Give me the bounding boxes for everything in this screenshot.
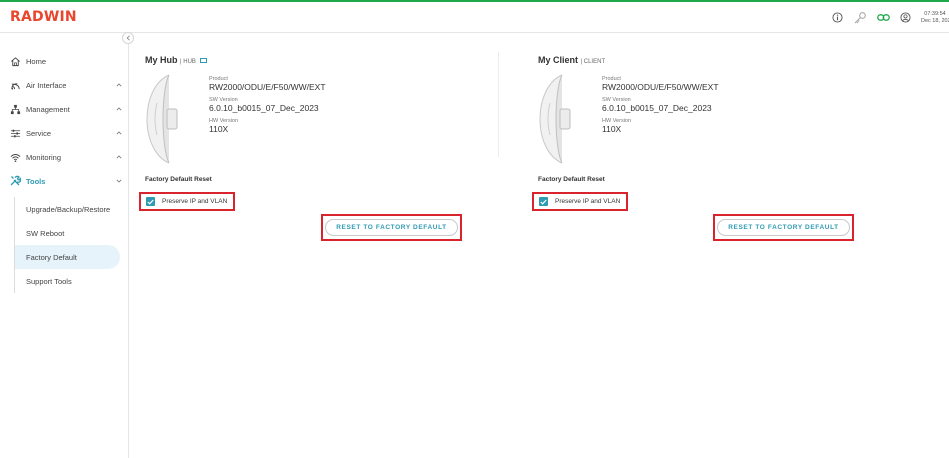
sidebar-collapse-button[interactable] — [122, 32, 134, 44]
factory-reset-title: Factory Default Reset — [145, 176, 212, 183]
info-icon[interactable] — [832, 12, 843, 23]
check-icon — [147, 199, 154, 205]
preserve-ip-vlan-label: Preserve IP and VLAN — [555, 198, 621, 205]
preserve-ip-vlan-option[interactable]: Preserve IP and VLAN — [532, 192, 629, 211]
sidebar: Home Air Interface Management Service Mo… — [0, 33, 129, 458]
client-panel: My Client | CLIENT Product RW2000/ODU/E/… — [532, 33, 898, 253]
antenna-dish-icon — [539, 74, 571, 164]
product-value: RW2000/ODU/E/F50/WW/EXT — [209, 82, 326, 92]
key-icon[interactable] — [853, 11, 867, 25]
sidebar-subitem-label: Factory Default — [26, 252, 77, 262]
hub-role-label: | HUB — [180, 59, 196, 65]
tools-icon — [9, 175, 21, 187]
chevron-down-icon — [115, 175, 123, 187]
hub-name: My Hub — [145, 55, 178, 65]
sidebar-subitem-label: Upgrade/Backup/Restore — [26, 204, 111, 214]
reset-button-highlight: RESET TO FACTORY DEFAULT — [321, 214, 462, 241]
sidebar-subitem-label: Support Tools — [26, 276, 72, 286]
clock-time: 07:39:54 — [924, 10, 946, 17]
client-title: My Client | CLIENT — [538, 55, 605, 65]
product-value: RW2000/ODU/E/F50/WW/EXT — [602, 82, 719, 92]
sidebar-subitem-label: SW Reboot — [26, 228, 65, 238]
app-header: RADWIN 07:39:54 Dec 18, 2023 — [0, 2, 949, 33]
check-icon — [540, 199, 547, 205]
sidebar-subitem-sw-reboot[interactable]: SW Reboot — [15, 221, 120, 245]
chevron-up-icon — [115, 79, 123, 91]
hub-info: Product RW2000/ODU/E/F50/WW/EXT SW Versi… — [209, 75, 326, 139]
client-info: Product RW2000/ODU/E/F50/WW/EXT SW Versi… — [602, 75, 719, 139]
chevron-left-icon — [126, 35, 130, 41]
sidebar-item-label: Tools — [26, 177, 46, 186]
preserve-ip-vlan-label: Preserve IP and VLAN — [162, 198, 228, 205]
reset-to-factory-default-button[interactable]: RESET TO FACTORY DEFAULT — [325, 219, 458, 236]
monitor-icon — [200, 58, 208, 63]
client-name: My Client — [538, 55, 579, 65]
hw-version-value: 110X — [602, 124, 622, 134]
client-role-label: | CLIENT — [580, 59, 606, 65]
user-icon[interactable] — [900, 12, 911, 23]
sliders-icon — [9, 127, 21, 139]
factory-reset-title: Factory Default Reset — [538, 176, 605, 183]
sw-version-value: 6.0.10_b0015_07_Dec_2023 — [602, 103, 712, 113]
sidebar-item-home[interactable]: Home — [0, 51, 129, 71]
sidebar-subitem-upgrade[interactable]: Upgrade/Backup/Restore — [15, 197, 120, 221]
network-icon — [9, 103, 21, 115]
header-icons: 07:39:54 Dec 18, 2023 — [832, 2, 949, 33]
sidebar-item-monitoring[interactable]: Monitoring — [0, 147, 129, 167]
signal-icon — [9, 79, 21, 91]
sidebar-item-service[interactable]: Service — [0, 123, 129, 143]
hw-version-value: 110X — [209, 124, 229, 134]
hub-role: HUB — [183, 59, 196, 65]
sidebar-item-label: Air Interface — [26, 81, 67, 90]
sidebar-item-tools[interactable]: Tools — [0, 171, 129, 191]
sidebar-subitem-factory-default[interactable]: Factory Default — [15, 245, 120, 269]
reset-to-factory-default-button[interactable]: RESET TO FACTORY DEFAULT — [717, 219, 850, 236]
sidebar-item-label: Management — [26, 105, 70, 114]
hub-title: My Hub | HUB — [145, 55, 208, 65]
reset-button-highlight: RESET TO FACTORY DEFAULT — [713, 214, 854, 241]
preserve-ip-vlan-checkbox[interactable] — [539, 197, 548, 206]
chevron-up-icon — [115, 151, 123, 163]
client-role: CLIENT — [583, 59, 606, 65]
radwin-logo: RADWIN — [10, 9, 77, 25]
chevron-up-icon — [115, 127, 123, 139]
preserve-ip-vlan-option[interactable]: Preserve IP and VLAN — [139, 192, 236, 211]
wifi-icon — [9, 151, 21, 163]
antenna-dish-icon — [146, 74, 178, 164]
home-icon — [9, 55, 21, 67]
sidebar-item-management[interactable]: Management — [0, 99, 129, 119]
preserve-ip-vlan-checkbox[interactable] — [146, 197, 155, 206]
sidebar-item-label: Home — [26, 57, 47, 66]
chevron-up-icon — [115, 103, 123, 115]
sidebar-item-label: Service — [26, 129, 52, 138]
sidebar-item-air-interface[interactable]: Air Interface — [0, 75, 129, 95]
hub-panel: My Hub | HUB Product RW2000/ODU/E/F50/WW… — [139, 33, 505, 253]
sidebar-item-label: Monitoring — [26, 153, 62, 162]
clock: 07:39:54 Dec 18, 2023 — [921, 11, 949, 25]
sidebar-subitem-support-tools[interactable]: Support Tools — [15, 269, 120, 293]
clock-date: Dec 18, 2023 — [921, 17, 949, 24]
sw-version-value: 6.0.10_b0015_07_Dec_2023 — [209, 103, 319, 113]
link-icon[interactable] — [877, 13, 890, 22]
